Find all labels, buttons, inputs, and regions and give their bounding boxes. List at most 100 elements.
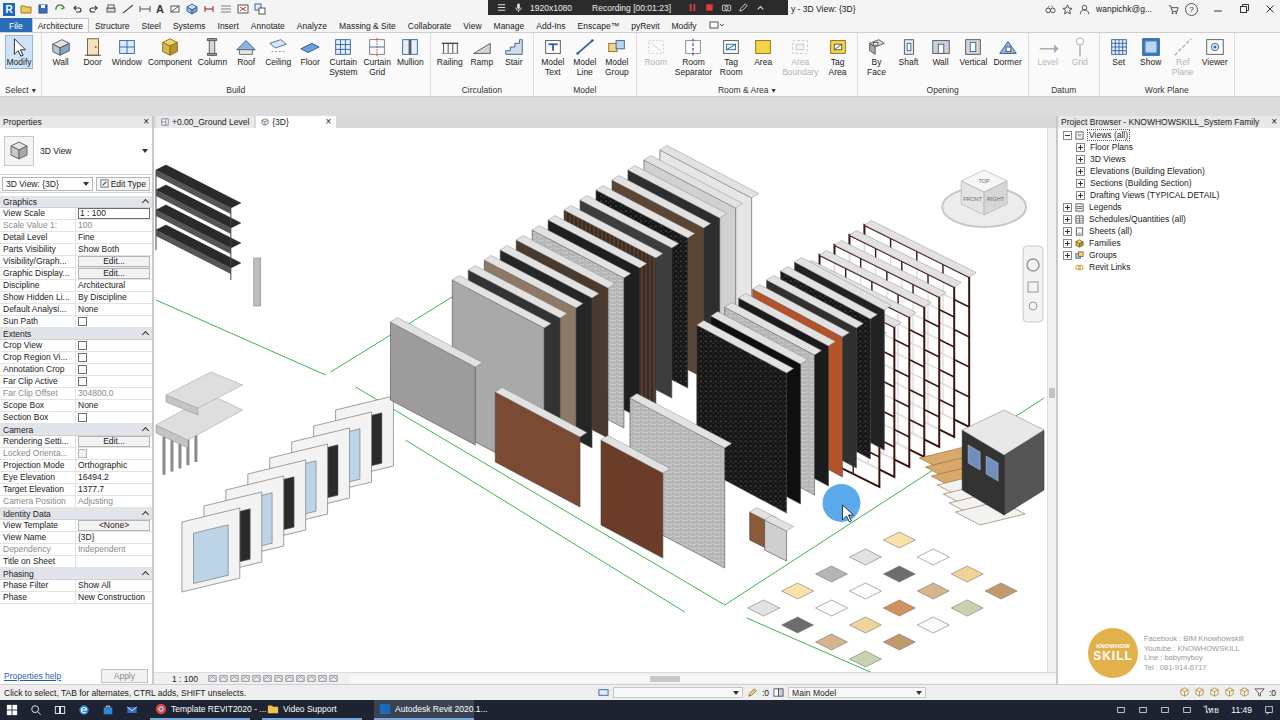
- property-row[interactable]: Crop View: [0, 340, 152, 352]
- level-line[interactable]: [156, 300, 326, 375]
- property-group-header[interactable]: Phasing: [0, 568, 152, 580]
- floor-tile-sample[interactable]: [883, 532, 915, 548]
- view-control-icon[interactable]: [219, 674, 228, 683]
- ribbon-button[interactable]: Set: [1105, 35, 1133, 77]
- minimize-icon[interactable]: [1212, 3, 1224, 15]
- floor-tile-sample[interactable]: [849, 617, 881, 633]
- property-group-header[interactable]: Extents: [0, 328, 152, 340]
- property-row[interactable]: Locked Orienta...: [0, 448, 152, 460]
- view-tab[interactable]: +0.00_Ground Level: [156, 116, 254, 128]
- ribbon-panel-title[interactable]: Opening: [863, 85, 1023, 96]
- expander-icon[interactable]: [1076, 191, 1085, 200]
- checkbox[interactable]: [78, 365, 87, 374]
- measure-icon[interactable]: [122, 3, 134, 15]
- property-row[interactable]: Eye Elevation16494.2: [0, 472, 152, 484]
- expander-icon[interactable]: [1063, 239, 1072, 248]
- property-row[interactable]: View Template<None>: [0, 520, 152, 532]
- expander-icon[interactable]: [1063, 203, 1072, 212]
- vertical-scrollbar[interactable]: [1047, 128, 1056, 672]
- property-row[interactable]: Far Clip Active: [0, 376, 152, 388]
- floor-tile-sample[interactable]: [883, 600, 915, 616]
- user-account[interactable]: wanpichk@g...: [1096, 4, 1152, 14]
- ribbon-tab[interactable]: Systems: [167, 18, 212, 32]
- browser-item[interactable]: Elevations (Building Elevation): [1058, 165, 1280, 177]
- property-row[interactable]: PhaseNew Construction: [0, 592, 152, 604]
- floor-tile-sample[interactable]: [748, 600, 780, 616]
- revit-logo[interactable]: R: [3, 3, 15, 16]
- property-row[interactable]: Visibility/Graph...Edit...: [0, 256, 152, 268]
- ribbon-panel-title[interactable]: Datum: [1034, 85, 1094, 96]
- ribbon-button[interactable]: Curtain System: [328, 35, 358, 77]
- ribbon-button[interactable]: By Face: [863, 35, 891, 77]
- ribbon-button[interactable]: Vertical: [959, 35, 989, 77]
- floor-tile-sample[interactable]: [816, 566, 848, 582]
- property-row[interactable]: View Name{3D}: [0, 532, 152, 544]
- wall-panel[interactable]: [390, 318, 482, 446]
- collapse-icon[interactable]: [755, 2, 766, 13]
- task-view-icon[interactable]: [54, 704, 66, 716]
- ribbon-button[interactable]: Area: [749, 35, 777, 77]
- property-row[interactable]: Annotation Crop: [0, 364, 152, 376]
- ribbon-button[interactable]: Model Group: [603, 35, 631, 77]
- edit-type-button[interactable]: Edit Type: [96, 177, 150, 191]
- design-option-dropdown[interactable]: Main Model: [788, 687, 926, 698]
- close-button[interactable]: ×: [1271, 117, 1277, 127]
- browser-item[interactable]: Floor Plans: [1058, 141, 1280, 153]
- ribbon-button[interactable]: Area Boundary: [781, 35, 819, 77]
- property-row[interactable]: Scale Value 1:100: [0, 220, 152, 232]
- input-language[interactable]: ไทย: [1204, 703, 1219, 717]
- view-control-icon[interactable]: [241, 674, 250, 683]
- ribbon-button[interactable]: Ramp: [468, 35, 496, 68]
- view-dropdown[interactable]: 3D View: {3D}: [2, 177, 93, 191]
- expander-icon[interactable]: [1063, 263, 1072, 272]
- property-row[interactable]: Default Analysi...None: [0, 304, 152, 316]
- property-row[interactable]: Rendering Setti...Edit...: [0, 436, 152, 448]
- ribbon-button[interactable]: Roof: [232, 35, 260, 77]
- property-row[interactable]: Crop Region Vi...: [0, 352, 152, 364]
- pause-icon[interactable]: [687, 2, 698, 13]
- view-control-icon[interactable]: [329, 674, 338, 683]
- user-icon[interactable]: [1079, 4, 1090, 15]
- stop-icon[interactable]: [704, 2, 715, 13]
- ribbon-button[interactable]: Railing: [436, 35, 464, 68]
- favorites-icon[interactable]: [1062, 4, 1073, 15]
- level-line[interactable]: [356, 387, 725, 605]
- clock[interactable]: 11:49: [1231, 705, 1252, 715]
- wall-panel[interactable]: [601, 436, 670, 559]
- ribbon-button[interactable]: Column: [197, 35, 228, 77]
- view-control-icon[interactable]: [208, 674, 217, 683]
- browser-item[interactable]: Groups: [1058, 249, 1280, 261]
- property-group-header[interactable]: Camera: [0, 424, 152, 436]
- ribbon-button[interactable]: Wall: [47, 35, 75, 77]
- cart-icon[interactable]: [1168, 4, 1179, 15]
- ribbon-button[interactable]: Ref Plane: [1169, 35, 1197, 77]
- thin-icon[interactable]: [220, 3, 232, 15]
- print-icon[interactable]: [105, 3, 117, 15]
- view-control-icon[interactable]: [252, 674, 261, 683]
- property-row[interactable]: Detail LevelFine: [0, 232, 152, 244]
- ribbon-panel-title[interactable]: Select▾: [5, 85, 36, 96]
- checkbox[interactable]: [78, 413, 87, 422]
- mail-icon[interactable]: [126, 704, 138, 716]
- checkbox[interactable]: [78, 449, 87, 458]
- ribbon-tab[interactable]: Add-Ins: [530, 18, 571, 32]
- shelving-unit[interactable]: [156, 165, 261, 306]
- floor-tile-sample[interactable]: [849, 651, 881, 667]
- value-input[interactable]: 1 : 100: [78, 208, 150, 219]
- dropdown-arrow-icon[interactable]: [142, 149, 148, 153]
- microphone-icon[interactable]: [513, 2, 524, 13]
- selection-filter-icon[interactable]: [1209, 687, 1220, 698]
- edit-button[interactable]: Edit...: [78, 436, 150, 447]
- active-workset-dropdown[interactable]: [613, 687, 743, 698]
- ribbon-button[interactable]: Room: [642, 35, 670, 77]
- search-icon[interactable]: [1045, 4, 1056, 15]
- apply-button[interactable]: Apply: [101, 669, 148, 683]
- ribbon-button[interactable]: Floor: [296, 35, 324, 77]
- ribbon-tab[interactable]: Manage: [488, 18, 531, 32]
- collapse-icon[interactable]: [142, 427, 149, 434]
- floor-tile-sample[interactable]: [816, 600, 848, 616]
- ribbon-tab[interactable]: Enscape™: [572, 18, 626, 32]
- section-icon[interactable]: [203, 3, 215, 15]
- tag-icon[interactable]: [169, 3, 181, 15]
- property-row[interactable]: Parts VisibilityShow Both: [0, 244, 152, 256]
